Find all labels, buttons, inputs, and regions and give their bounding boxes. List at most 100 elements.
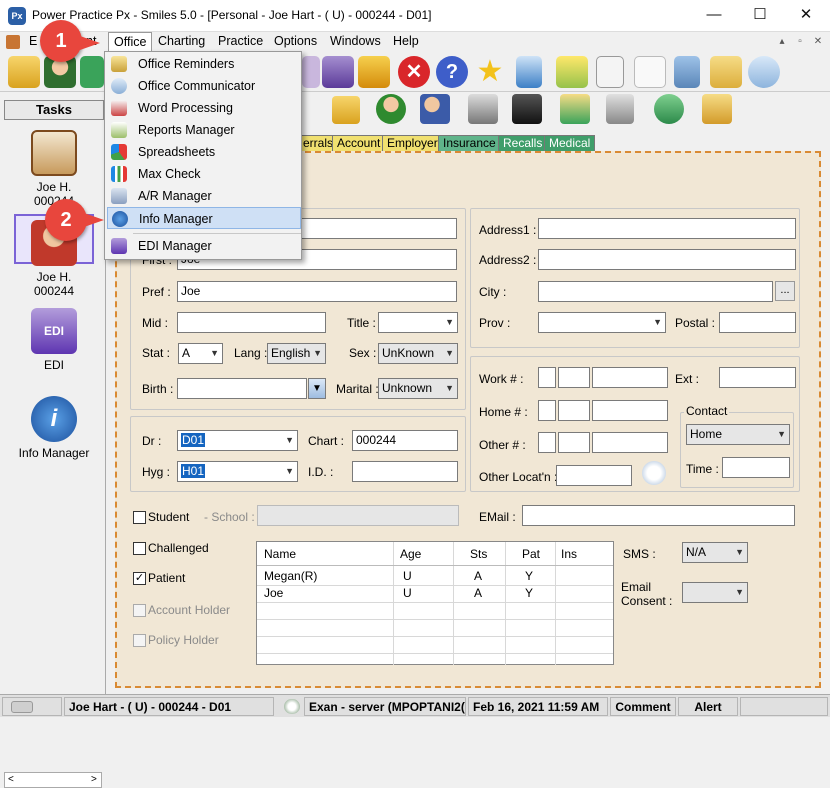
notes-icon[interactable] <box>556 56 588 88</box>
school-field[interactable] <box>257 505 459 526</box>
status-comment[interactable]: Comment <box>610 697 676 716</box>
hygienist-select[interactable]: H01 ▼ <box>177 461 298 482</box>
maximize-button[interactable]: ☐ <box>737 0 783 32</box>
child-tools-icon[interactable] <box>606 94 634 124</box>
child-refresh-icon[interactable] <box>654 94 684 124</box>
toolbar-item-icon[interactable] <box>302 56 320 88</box>
task-item-edi[interactable]: EDI EDI <box>4 308 104 372</box>
scroll-right-button[interactable]: > <box>91 774 97 785</box>
address2-field[interactable] <box>538 249 796 270</box>
other-area-field[interactable] <box>538 432 556 453</box>
birthdate-field[interactable] <box>177 378 307 399</box>
table-row[interactable]: Joe U A Y <box>257 585 613 602</box>
menu-item-word-processing[interactable]: Word Processing <box>107 97 301 119</box>
child-patient-icon[interactable] <box>376 94 406 124</box>
tab-recalls[interactable]: Recalls <box>498 135 548 152</box>
header-sts[interactable]: Sts <box>470 542 487 566</box>
favorites-star-icon[interactable]: ★ <box>474 56 506 88</box>
chart-number-field[interactable]: 000244 <box>352 430 458 451</box>
city-lookup-button[interactable]: ... <box>775 281 795 301</box>
home-number-field[interactable] <box>592 400 668 421</box>
pref-name-field[interactable]: Joe <box>177 281 457 302</box>
menu-item-reports-manager[interactable]: Reports Manager <box>107 119 301 141</box>
scroll-left-button[interactable]: < <box>8 774 14 785</box>
stop-icon[interactable]: ✕ <box>398 56 430 88</box>
header-ins[interactable]: Ins <box>561 542 577 566</box>
help-icon[interactable]: ? <box>436 56 468 88</box>
mdi-restore-button[interactable]: ▫ <box>791 34 809 49</box>
menu-item-max-check[interactable]: Max Check <box>107 163 301 185</box>
sex-select[interactable]: UnKnown ▼ <box>378 343 458 364</box>
table-row[interactable]: Megan(R) U A Y <box>257 568 613 585</box>
mdi-close-button[interactable]: ✕ <box>809 34 827 49</box>
other-prefix-field[interactable] <box>558 432 590 453</box>
city-field[interactable] <box>538 281 773 302</box>
header-pat[interactable]: Pat <box>522 542 540 566</box>
tab-employer[interactable]: Employer <box>382 135 443 152</box>
menu-item-spreadsheets[interactable]: Spreadsheets <box>107 141 301 163</box>
calendar-dropdown-button[interactable]: ▼ <box>308 378 326 399</box>
home-prefix-field[interactable] <box>558 400 590 421</box>
child-family-icon[interactable] <box>420 94 450 124</box>
email-consent-select[interactable]: ▼ <box>682 582 748 603</box>
extension-field[interactable] <box>719 367 796 388</box>
contact-time-field[interactable] <box>722 457 790 478</box>
task-item-patient-file[interactable]: Joe H. 000244 <box>4 130 104 208</box>
work-number-field[interactable] <box>592 367 668 388</box>
refresh-icon[interactable] <box>80 56 104 88</box>
work-prefix-field[interactable] <box>558 367 590 388</box>
child-contacts-icon[interactable] <box>512 94 542 124</box>
mdi-minimize-button[interactable]: ▴ <box>773 34 791 49</box>
title-select[interactable]: ▼ <box>378 312 458 333</box>
document-icon[interactable] <box>596 56 624 88</box>
child-window-icon[interactable] <box>6 35 20 49</box>
medicine-bottle-icon[interactable] <box>516 56 542 88</box>
doctor-select[interactable]: D01 ▼ <box>177 430 298 451</box>
menu-charting[interactable]: Charting <box>153 32 210 52</box>
task-item-info-manager[interactable]: i Info Manager <box>4 396 104 460</box>
menu-help[interactable]: Help <box>388 32 424 52</box>
menu-practice[interactable]: Practice <box>213 32 268 52</box>
patient-checkbox[interactable]: ✓ <box>133 572 146 585</box>
address1-field[interactable] <box>538 218 796 239</box>
policy-holder-checkbox[interactable] <box>133 634 146 647</box>
child-notes-icon[interactable] <box>560 94 590 124</box>
menu-windows[interactable]: Windows <box>325 32 386 52</box>
close-button[interactable]: ✕ <box>783 0 829 32</box>
child-open-folder-icon[interactable] <box>332 96 360 124</box>
child-print-icon[interactable] <box>468 94 498 124</box>
marital-select[interactable]: Unknown ▼ <box>378 378 458 399</box>
calendar-icon[interactable] <box>634 56 666 88</box>
status-select[interactable]: A ▼ <box>178 343 223 364</box>
menu-item-edi-manager[interactable]: EDI Manager <box>107 235 301 257</box>
folders-icon[interactable] <box>710 56 742 88</box>
minimize-button[interactable]: — <box>691 0 737 32</box>
status-panel-icon-area[interactable] <box>2 697 62 716</box>
middle-name-field[interactable] <box>177 312 326 333</box>
edi-icon[interactable] <box>322 56 354 88</box>
tab-medical[interactable]: Medical <box>544 135 596 152</box>
child-transfer-icon[interactable] <box>702 94 732 124</box>
sms-select[interactable]: N/A ▼ <box>682 542 748 563</box>
header-age[interactable]: Age <box>400 542 421 566</box>
work-area-field[interactable] <box>538 367 556 388</box>
challenged-checkbox[interactable] <box>133 542 146 555</box>
email-field[interactable] <box>522 505 795 526</box>
menu-options[interactable]: Options <box>269 32 322 52</box>
language-select[interactable]: English ▼ <box>267 343 326 364</box>
calculator-icon[interactable] <box>674 56 700 88</box>
other-number-field[interactable] <box>592 432 668 453</box>
contact-select[interactable]: Home ▼ <box>686 424 790 445</box>
account-holder-checkbox[interactable] <box>133 604 146 617</box>
chat-icon[interactable] <box>748 56 780 88</box>
postal-code-field[interactable] <box>719 312 796 333</box>
gift-icon[interactable] <box>358 56 390 88</box>
menu-item-ar-manager[interactable]: A/R Manager <box>107 185 301 207</box>
tab-account[interactable]: Account <box>332 135 386 152</box>
menu-item-office-reminders[interactable]: Office Reminders <box>107 53 301 75</box>
id-field[interactable] <box>352 461 458 482</box>
open-folder-icon[interactable] <box>8 56 40 88</box>
menu-office[interactable]: Office <box>108 32 153 52</box>
menu-item-office-communicator[interactable]: Office Communicator <box>107 75 301 97</box>
menu-item-info-manager[interactable]: Info Manager <box>107 207 301 229</box>
